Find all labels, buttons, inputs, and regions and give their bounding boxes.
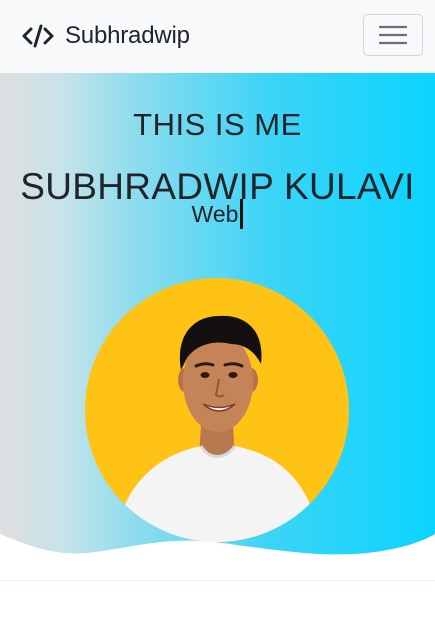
brand-link[interactable]: Subhradwip [22,18,190,54]
text-cursor [240,199,244,229]
hero-kicker: THIS IS ME [133,106,302,142]
hero-section: THIS IS ME SUBHRADWIP KULAVI Web [0,73,435,580]
section-divider [0,580,435,581]
hamburger-menu-icon [379,25,407,45]
typed-text-line: Web [0,199,435,229]
navbar: Subhradwip [0,0,435,73]
menu-toggle-button[interactable] [363,14,423,56]
typed-text: Web [191,201,239,227]
brand-name: Subhradwip [65,22,190,49]
hero-wave [0,534,435,580]
code-icon [22,24,54,48]
